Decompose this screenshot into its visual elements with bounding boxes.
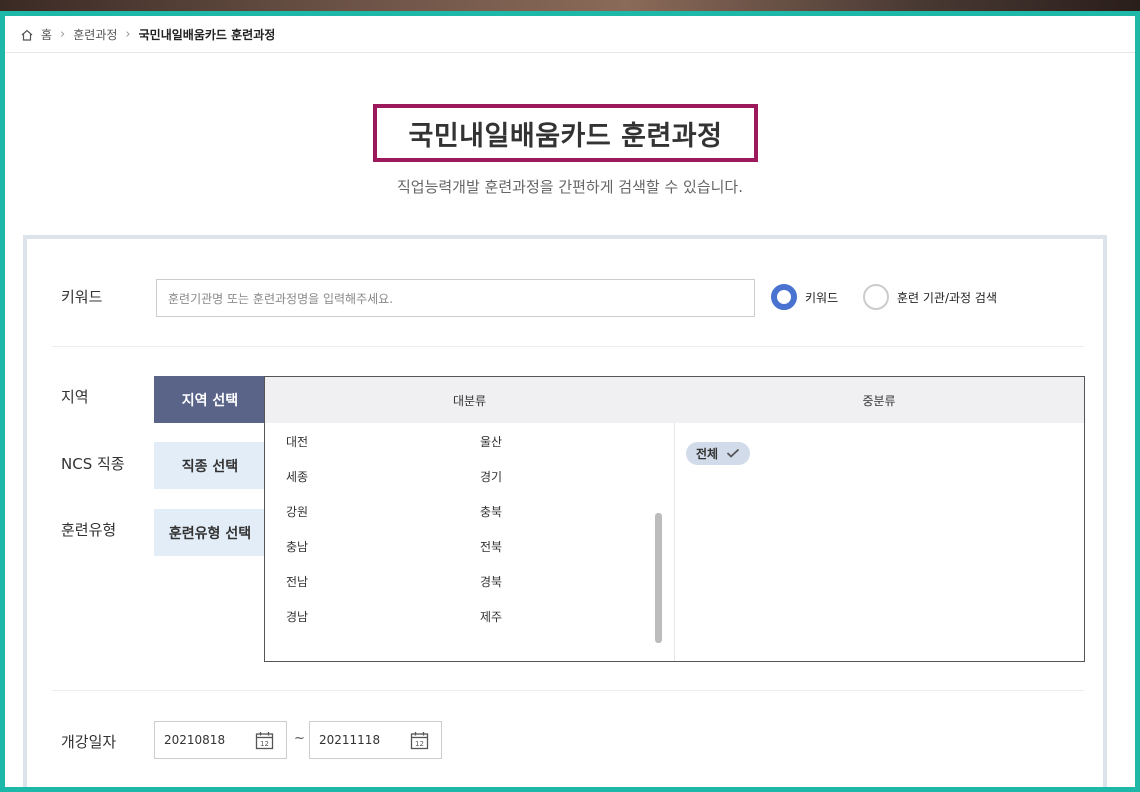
- start-date-label: 개강일자: [61, 733, 117, 751]
- calendar-day: 12: [415, 740, 424, 748]
- page-title-highlight: 국민내일배움카드 훈련과정: [373, 104, 758, 162]
- page-title: 국민내일배움카드 훈련과정: [408, 120, 723, 152]
- breadcrumb-home[interactable]: 홈: [41, 26, 52, 43]
- list-item[interactable]: 울산: [480, 435, 666, 450]
- home-icon[interactable]: [21, 29, 33, 41]
- region-table-header: 대분류 중분류: [265, 377, 1084, 423]
- list-item[interactable]: 경기: [480, 470, 666, 485]
- major-category-header: 대분류: [452, 393, 487, 408]
- radio-keyword[interactable]: 키워드: [771, 284, 838, 310]
- calendar-day: 12: [260, 740, 269, 748]
- list-item[interactable]: 강원: [286, 505, 480, 520]
- minor-category-header: 중분류: [862, 393, 896, 408]
- breadcrumb-courses[interactable]: 훈련과정: [73, 26, 117, 43]
- major-category-list: 대전 울산 세종 경기 강원 충북 충남 전북 전남 경북 경남 제주: [286, 435, 666, 625]
- page-frame: 홈 › 훈련과정 › 국민내일배움카드 훈련과정 국민내일배움카드 훈련과정 직…: [0, 11, 1140, 792]
- search-panel: 키워드 훈련기관명 또는 훈련과정명을 입력해주세요. 키워드 훈련 기관/과정…: [23, 235, 1107, 787]
- training-type-label: 훈련유형: [61, 521, 117, 539]
- chevron-right-icon: ›: [125, 27, 131, 42]
- list-item[interactable]: 경북: [480, 575, 666, 590]
- column-divider: [674, 423, 675, 661]
- radio-institution[interactable]: 훈련 기관/과정 검색: [863, 284, 997, 310]
- radio-keyword-label: 키워드: [805, 290, 839, 305]
- radio-institution-label: 훈련 기관/과정 검색: [897, 290, 997, 305]
- start-date-field[interactable]: 20210818 12: [154, 721, 287, 759]
- check-icon: [726, 447, 740, 461]
- calendar-icon[interactable]: 12: [255, 731, 274, 750]
- list-item[interactable]: 충북: [480, 505, 666, 520]
- end-date-field[interactable]: 20211118 12: [309, 721, 442, 759]
- radio-unselected-icon: [863, 284, 889, 310]
- chevron-right-icon: ›: [60, 27, 66, 42]
- ncs-label: NCS 직종: [61, 455, 125, 473]
- chip-label: 전체: [696, 447, 719, 461]
- list-item[interactable]: 세종: [286, 470, 480, 485]
- tab-training-type-select[interactable]: 훈련유형 선택: [154, 509, 266, 556]
- date-range-separator: ~: [294, 731, 305, 746]
- keyword-label: 키워드: [61, 288, 103, 306]
- breadcrumb: 홈 › 훈련과정 › 국민내일배움카드 훈련과정: [21, 26, 275, 43]
- region-selector: 대분류 중분류 대전 울산 세종 경기 강원 충북 충남 전북 전남 경북 경남…: [264, 376, 1085, 662]
- minor-chip-all[interactable]: 전체: [686, 442, 751, 465]
- list-item[interactable]: 전북: [480, 540, 666, 555]
- tab-region-select[interactable]: 지역 선택: [154, 376, 266, 423]
- radio-selected-icon: [771, 284, 797, 310]
- tab-job-select[interactable]: 직종 선택: [154, 442, 266, 489]
- scrollbar[interactable]: [655, 513, 662, 643]
- list-item[interactable]: 대전: [286, 435, 480, 450]
- divider: [52, 346, 1084, 347]
- list-item[interactable]: 전남: [286, 575, 480, 590]
- list-item[interactable]: 경남: [286, 610, 480, 625]
- list-item[interactable]: 충남: [286, 540, 480, 555]
- list-item[interactable]: 제주: [480, 610, 666, 625]
- end-date-value: 20211118: [319, 733, 381, 747]
- calendar-icon[interactable]: 12: [410, 731, 429, 750]
- divider: [52, 690, 1084, 691]
- region-label: 지역: [61, 388, 89, 406]
- keyword-input[interactable]: 훈련기관명 또는 훈련과정명을 입력해주세요.: [156, 279, 755, 317]
- header-divider: [5, 52, 1135, 53]
- breadcrumb-current: 국민내일배움카드 훈련과정: [138, 28, 276, 42]
- page-subtitle: 직업능력개발 훈련과정을 간편하게 검색할 수 있습니다.: [396, 178, 743, 196]
- start-date-value: 20210818: [164, 733, 226, 747]
